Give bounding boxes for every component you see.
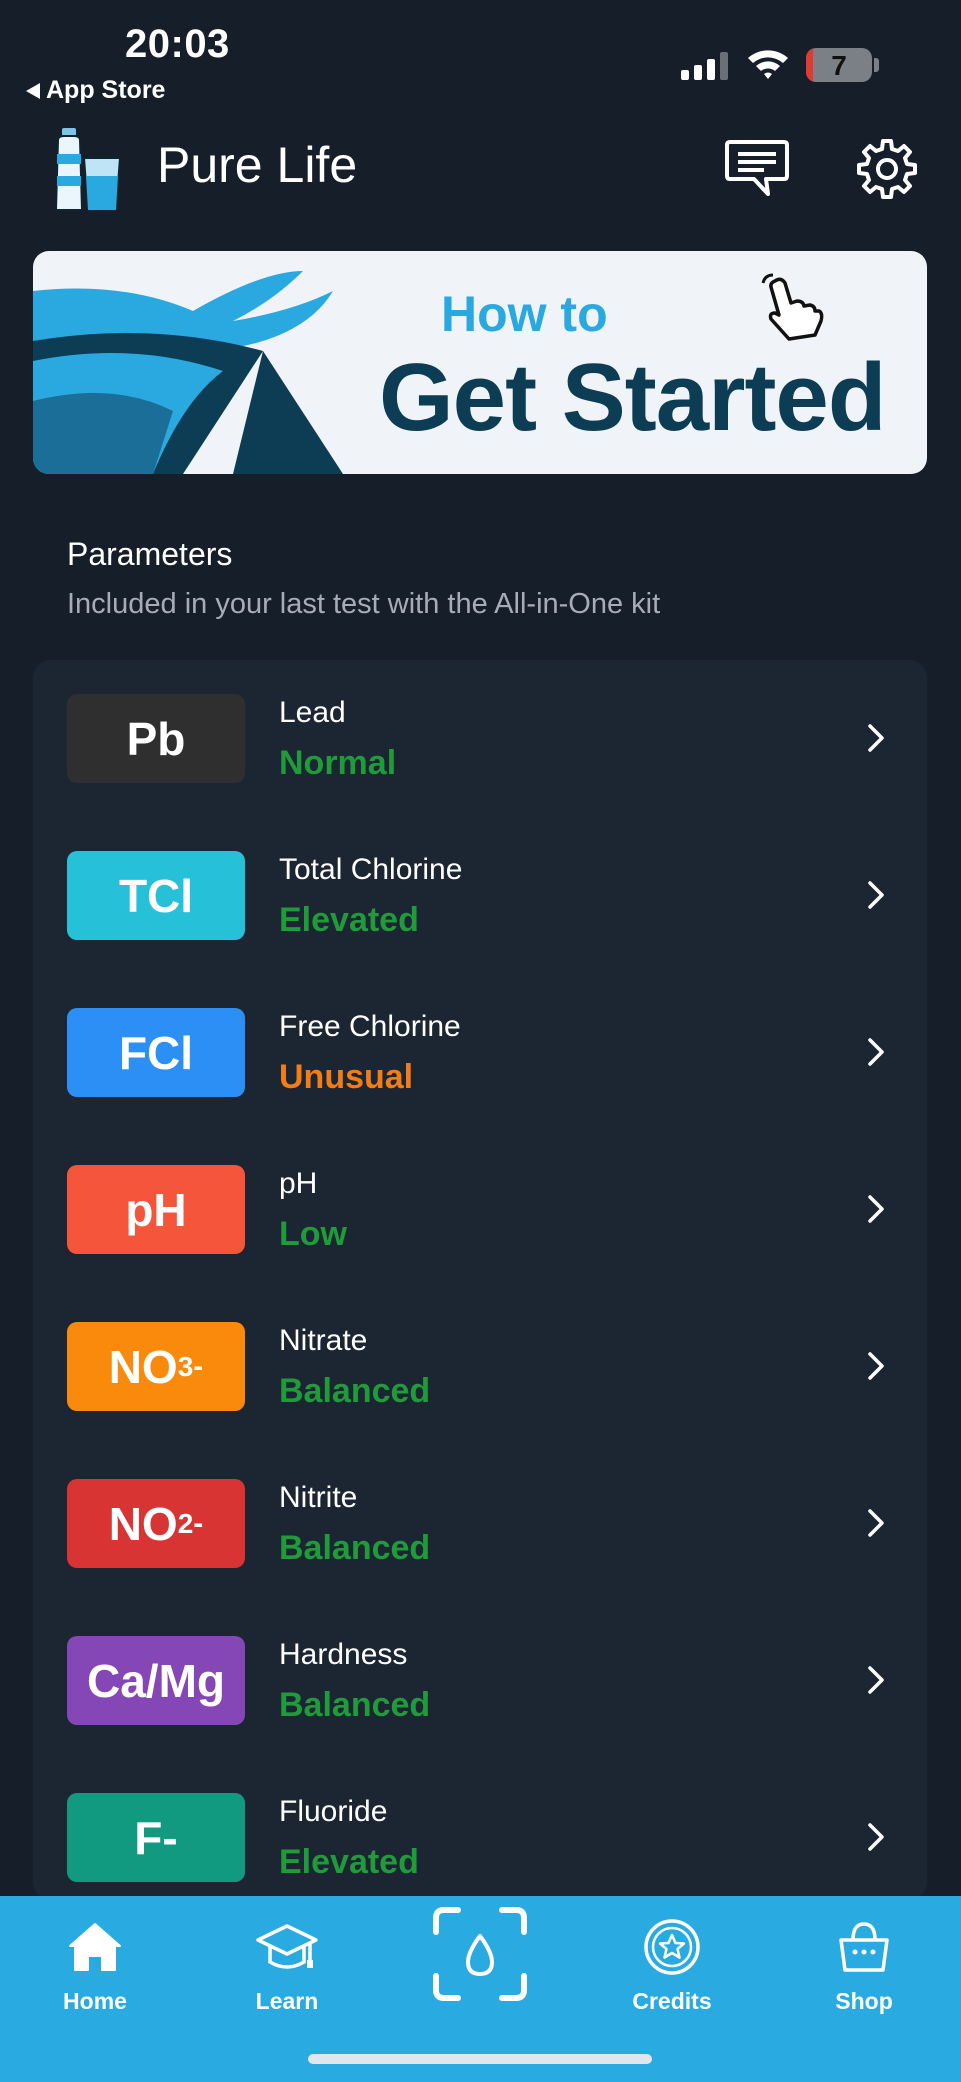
star-badge-icon xyxy=(644,1919,700,1975)
parameter-row-nitrate[interactable]: NO 3- Nitrate Balanced xyxy=(33,1288,927,1445)
parameter-badge: TCl xyxy=(67,851,245,940)
home-icon xyxy=(69,1923,121,1971)
chevron-right-icon xyxy=(868,881,884,909)
back-arrow-icon xyxy=(26,82,40,99)
pointing-hand-icon xyxy=(761,273,824,341)
parameter-status: Low xyxy=(279,1215,347,1253)
parameter-name: Total Chlorine xyxy=(279,853,463,886)
water-bottle-glass-icon xyxy=(54,128,122,211)
tab-label: Shop xyxy=(835,1988,893,2014)
parameter-name: Hardness xyxy=(279,1638,408,1671)
bottom-tab-bar: Home Learn Credits Shop xyxy=(0,1896,961,2082)
parameter-status: Balanced xyxy=(279,1686,431,1724)
tab-credits[interactable]: Credits xyxy=(607,1916,737,2015)
parameter-badge: Ca/Mg xyxy=(67,1636,245,1725)
battery-level: 7 xyxy=(831,50,847,81)
tab-label: Home xyxy=(63,1988,127,2014)
parameter-badge: FCl xyxy=(67,1008,245,1097)
app-title: Pure Life xyxy=(157,137,358,193)
tab-shop[interactable]: Shop xyxy=(799,1916,929,2015)
tab-home[interactable]: Home xyxy=(30,1916,160,2015)
parameter-row-hardness[interactable]: Ca/Mg Hardness Balanced xyxy=(33,1602,927,1759)
parameter-name: pH xyxy=(279,1167,318,1200)
parameter-name: Fluoride xyxy=(279,1795,388,1828)
parameter-row-ph[interactable]: pH pH Low xyxy=(33,1131,927,1288)
parameters-title: Parameters xyxy=(67,536,233,572)
scan-water-drop-icon[interactable] xyxy=(432,1906,528,2002)
back-label: App Store xyxy=(46,76,166,104)
chevron-right-icon xyxy=(868,1195,884,1223)
parameter-status: Balanced xyxy=(279,1372,431,1410)
banner-title: Get Started xyxy=(379,344,886,451)
parameter-row-nitrite[interactable]: NO 2- Nitrite Balanced xyxy=(33,1445,927,1602)
parameter-row-lead[interactable]: Pb Lead Normal xyxy=(33,660,927,817)
parameter-status: Elevated xyxy=(279,901,419,939)
home-indicator xyxy=(308,2054,652,2064)
tab-learn[interactable]: Learn xyxy=(222,1916,352,2015)
gear-icon[interactable] xyxy=(856,138,918,200)
parameter-status: Unusual xyxy=(279,1058,414,1096)
chevron-right-icon xyxy=(868,1823,884,1851)
wifi-icon xyxy=(748,50,788,79)
banner-subtitle: How to xyxy=(441,286,608,342)
parameter-row-free-chlorine[interactable]: FCl Free Chlorine Unusual xyxy=(33,974,927,1131)
chevron-right-icon xyxy=(868,1038,884,1066)
status-time: 20:03 xyxy=(125,22,230,66)
parameter-badge: pH xyxy=(67,1165,245,1254)
cellular-signal-icon xyxy=(681,50,728,80)
parameter-row-total-chlorine[interactable]: TCl Total Chlorine Elevated xyxy=(33,817,927,974)
chevron-right-icon xyxy=(868,724,884,752)
tab-label: Credits xyxy=(632,1988,712,2014)
chat-bubble-icon[interactable] xyxy=(724,138,790,198)
graduation-cap-icon xyxy=(256,1924,318,1969)
chevron-right-icon xyxy=(868,1666,884,1694)
water-wave-illustration xyxy=(33,271,343,474)
tab-label: Learn xyxy=(255,1988,319,2014)
parameter-name: Nitrite xyxy=(279,1481,358,1514)
parameter-name: Lead xyxy=(279,696,346,729)
parameter-row-fluoride[interactable]: F- Fluoride Elevated xyxy=(33,1759,927,1916)
battery-icon: 7 xyxy=(806,48,872,82)
parameter-status: Balanced xyxy=(279,1529,431,1567)
shopping-basket-icon xyxy=(839,1922,889,1972)
parameter-badge: NO 3- xyxy=(67,1322,245,1411)
parameters-list: Pb Lead Normal TCl Total Chlorine Elevat… xyxy=(33,660,927,1900)
parameters-subtitle: Included in your last test with the All-… xyxy=(67,588,661,620)
parameter-badge: F- xyxy=(67,1793,245,1882)
chevron-right-icon xyxy=(868,1352,884,1380)
battery-tip xyxy=(874,58,879,72)
parameter-status: Normal xyxy=(279,744,397,782)
back-to-app-store[interactable]: App Store xyxy=(26,76,165,105)
parameter-name: Free Chlorine xyxy=(279,1010,461,1043)
get-started-banner[interactable]: How to Get Started xyxy=(33,251,927,474)
parameter-status: Elevated xyxy=(279,1843,419,1881)
chevron-right-icon xyxy=(868,1509,884,1537)
parameter-badge: NO 2- xyxy=(67,1479,245,1568)
parameter-badge: Pb xyxy=(67,694,245,783)
parameter-name: Nitrate xyxy=(279,1324,368,1357)
